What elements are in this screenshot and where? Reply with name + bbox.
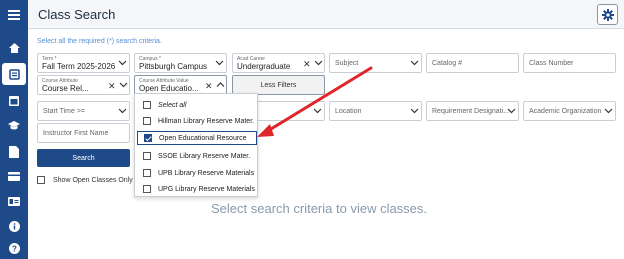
annotation-arrow [257, 66, 373, 137]
